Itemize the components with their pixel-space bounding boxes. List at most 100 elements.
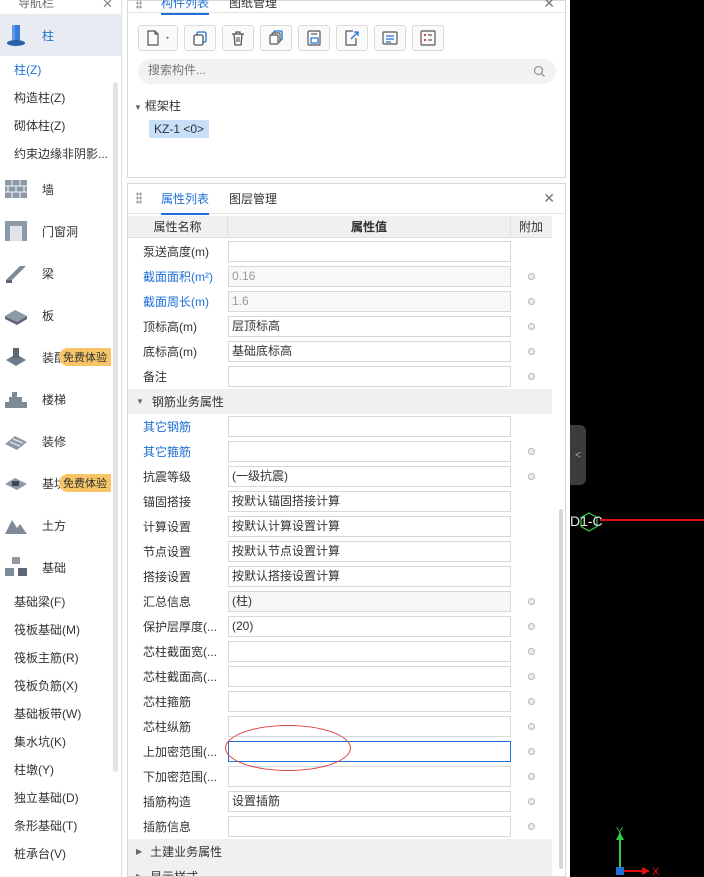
group-display[interactable]: ▶ 显示样式	[128, 864, 552, 876]
tab-layer-management[interactable]: 图层管理	[229, 190, 277, 207]
nav-sub-item[interactable]: 桩承台(V)	[0, 840, 121, 868]
attach-checkbox[interactable]	[527, 448, 535, 455]
component-search[interactable]	[138, 59, 556, 84]
nav-category-slab[interactable]: 板	[0, 294, 121, 336]
nav-category-prefab[interactable]: 装配式免费体验	[0, 336, 121, 378]
property-value-field[interactable]: 0.16	[228, 266, 511, 287]
group-civil[interactable]: ▶ 土建业务属性	[128, 839, 552, 864]
nav-category-label: 装修	[42, 434, 67, 449]
property-value-field[interactable]	[228, 241, 511, 262]
nav-category-decoration[interactable]: 装修	[0, 420, 121, 462]
nav-sub-item[interactable]: 基础梁(F)	[0, 588, 121, 616]
nav-sub-item[interactable]: 筏板负筋(X)	[0, 672, 121, 700]
property-value-field[interactable]	[228, 816, 511, 837]
tab-component-list[interactable]: 构件列表	[161, 0, 210, 15]
nav-category-pit-support[interactable]: 基坑支护免费体验	[0, 462, 121, 504]
export-button[interactable]	[336, 25, 368, 51]
nav-sub-item[interactable]: 构造柱(Z)	[0, 84, 121, 112]
property-value-field[interactable]	[228, 366, 511, 387]
attach-checkbox[interactable]	[527, 773, 535, 780]
nav-sub-item[interactable]: 砌体柱(Z)	[0, 112, 121, 140]
nav-category-label: 柱	[42, 28, 55, 43]
property-value-field[interactable]: 按默认计算设置计算	[228, 516, 511, 537]
drag-handle[interactable]	[136, 0, 142, 9]
property-value-field[interactable]	[228, 641, 511, 662]
new-component-button[interactable]	[138, 25, 178, 51]
attach-cell	[511, 448, 551, 455]
attach-checkbox[interactable]	[527, 323, 535, 330]
free-trial-badge[interactable]: 免费体验	[59, 348, 111, 366]
attach-checkbox[interactable]	[527, 673, 535, 680]
property-value-field[interactable]: 按默认搭接设置计算	[228, 566, 511, 587]
attach-checkbox[interactable]	[527, 598, 535, 605]
property-value-field[interactable]	[228, 441, 511, 462]
property-value-field[interactable]: (20)	[228, 616, 511, 637]
property-value-field[interactable]: 按默认锚固搭接计算	[228, 491, 511, 512]
attach-checkbox[interactable]	[527, 748, 535, 755]
group-rebar[interactable]: ▼ 钢筋业务属性	[128, 389, 552, 414]
attach-checkbox[interactable]	[527, 298, 535, 305]
layer-copy-button[interactable]	[260, 25, 292, 51]
nav-sub-item[interactable]: 集水坑(K)	[0, 728, 121, 756]
tree-group[interactable]: ▼ 框架柱	[134, 97, 209, 114]
attach-checkbox[interactable]	[527, 823, 535, 830]
attach-checkbox[interactable]	[527, 698, 535, 705]
property-value-field[interactable]: 层顶标高	[228, 316, 511, 337]
property-value-field[interactable]	[228, 691, 511, 712]
attach-checkbox[interactable]	[527, 648, 535, 655]
nav-scrollbar[interactable]	[113, 82, 118, 772]
property-value-field[interactable]: (柱)	[228, 591, 511, 612]
property-value-field[interactable]	[228, 416, 511, 437]
sort-button[interactable]	[374, 25, 406, 51]
nav-category-column[interactable]: 柱	[0, 14, 121, 56]
nav-category-wall[interactable]: 墙	[0, 168, 121, 210]
delete-button[interactable]	[222, 25, 254, 51]
property-value-field[interactable]: 按默认节点设置计算	[228, 541, 511, 562]
property-value-field[interactable]: 1.6	[228, 291, 511, 312]
attach-checkbox[interactable]	[527, 473, 535, 480]
attach-checkbox[interactable]	[527, 623, 535, 630]
attach-checkbox[interactable]	[527, 373, 535, 380]
nav-sub-item[interactable]: 基础板带(W)	[0, 700, 121, 728]
filter-button[interactable]	[412, 25, 444, 51]
tree-item-selected[interactable]: KZ-1 <0>	[149, 120, 210, 138]
property-scrollbar[interactable]	[559, 509, 563, 869]
caret-down-icon[interactable]: ▼	[134, 103, 142, 112]
nav-sub-item[interactable]: 柱(Z)	[0, 56, 121, 84]
tab-property-list[interactable]: 属性列表	[161, 190, 210, 215]
nav-sub-item[interactable]: 条形基础(T)	[0, 812, 121, 840]
nav-category-door-window[interactable]: 门窗洞	[0, 210, 121, 252]
property-value-field[interactable]: (一级抗震)	[228, 466, 511, 487]
attach-checkbox[interactable]	[527, 723, 535, 730]
column-header-attach: 附加	[518, 220, 543, 234]
property-value-field[interactable]	[228, 666, 511, 687]
property-value-field[interactable]: 设置插筋	[228, 791, 511, 812]
free-trial-badge[interactable]: 免费体验	[59, 474, 111, 492]
nav-sub-item[interactable]: 筏板基础(M)	[0, 616, 121, 644]
nav-category-stairs[interactable]: 楼梯	[0, 378, 121, 420]
nav-category-beam[interactable]: 梁	[0, 252, 121, 294]
attach-cell	[511, 723, 551, 730]
collapse-panel-button[interactable]: <	[570, 425, 586, 485]
drag-handle[interactable]	[136, 192, 142, 204]
attach-checkbox[interactable]	[527, 798, 535, 805]
nav-sub-item[interactable]: 筏板主筋(R)	[0, 644, 121, 672]
search-input[interactable]	[148, 63, 518, 77]
nav-category-earthwork[interactable]: 土方	[0, 504, 121, 546]
nav-sub-item[interactable]: 独立基础(D)	[0, 784, 121, 812]
attach-checkbox[interactable]	[527, 273, 535, 280]
close-icon[interactable]: ✕	[543, 190, 555, 207]
drawing-canvas[interactable]: < D1-C Y X	[570, 0, 704, 877]
nav-sub-item[interactable]: 柱墩(Y)	[0, 756, 121, 784]
search-icon[interactable]	[533, 65, 546, 78]
property-value-field[interactable]: 基础底标高	[228, 341, 511, 362]
import-button[interactable]	[298, 25, 330, 51]
close-icon[interactable]: ✕	[543, 0, 555, 12]
property-row: 备注	[128, 364, 552, 389]
nav-close-icon[interactable]: ✕	[102, 0, 113, 12]
nav-category-foundation[interactable]: 基础	[0, 546, 121, 588]
copy-button[interactable]	[184, 25, 216, 51]
tab-drawing-management[interactable]: 图纸管理	[229, 0, 277, 11]
nav-sub-item[interactable]: 约束边缘非阴影...	[0, 140, 121, 168]
attach-checkbox[interactable]	[527, 348, 535, 355]
